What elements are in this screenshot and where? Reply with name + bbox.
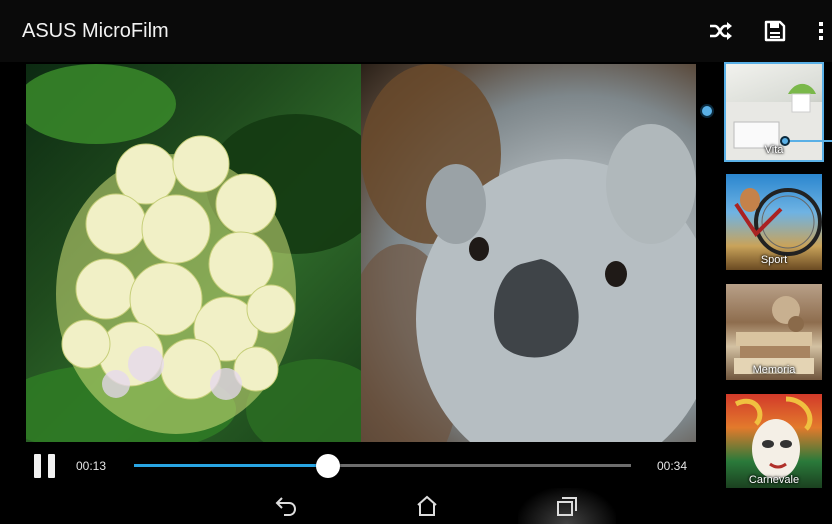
video-preview[interactable] <box>26 64 696 442</box>
theme-label: Sport <box>760 254 788 266</box>
theme-carnevale[interactable]: Carnevale <box>726 394 822 490</box>
recent-apps-button[interactable] <box>518 488 616 524</box>
hydrangea-photo <box>26 64 361 442</box>
theme-label: Carnevale <box>748 474 800 486</box>
back-icon <box>275 497 297 516</box>
app-bar: ASUS MicroFilm <box>0 0 832 62</box>
theme-sport[interactable]: Sport <box>726 174 822 270</box>
recent-apps-icon <box>557 497 577 516</box>
progress-track[interactable] <box>134 454 631 478</box>
pause-button[interactable] <box>34 454 58 478</box>
back-button[interactable] <box>268 488 304 524</box>
current-time: 00:13 <box>76 459 107 473</box>
home-button[interactable] <box>409 488 445 524</box>
progress-thumb[interactable] <box>315 454 340 478</box>
theme-label: Memoria <box>752 364 796 376</box>
selection-connector-dot <box>780 136 790 146</box>
selection-connector <box>784 140 832 142</box>
selection-marker <box>700 104 714 118</box>
pause-icon <box>34 454 41 478</box>
total-time: 00:34 <box>657 459 688 473</box>
playback-controls: 00:13 00:34 <box>0 444 710 486</box>
navigation-bar <box>0 488 832 524</box>
app-title: ASUS MicroFilm <box>22 19 169 42</box>
save-icon[interactable] <box>764 20 786 42</box>
theme-memoria[interactable]: Memoria <box>726 284 822 380</box>
theme-list: Vita Sport Memoria Carnevale <box>722 60 832 490</box>
progress-fill <box>134 464 328 467</box>
more-vertical-icon[interactable] <box>816 20 826 42</box>
theme-vita[interactable]: Vita <box>724 62 824 162</box>
home-icon <box>417 495 437 516</box>
toolbar-actions <box>708 0 832 62</box>
shuffle-icon[interactable] <box>708 19 734 43</box>
theme-label: Vita <box>764 144 784 156</box>
koala-photo <box>361 64 696 442</box>
